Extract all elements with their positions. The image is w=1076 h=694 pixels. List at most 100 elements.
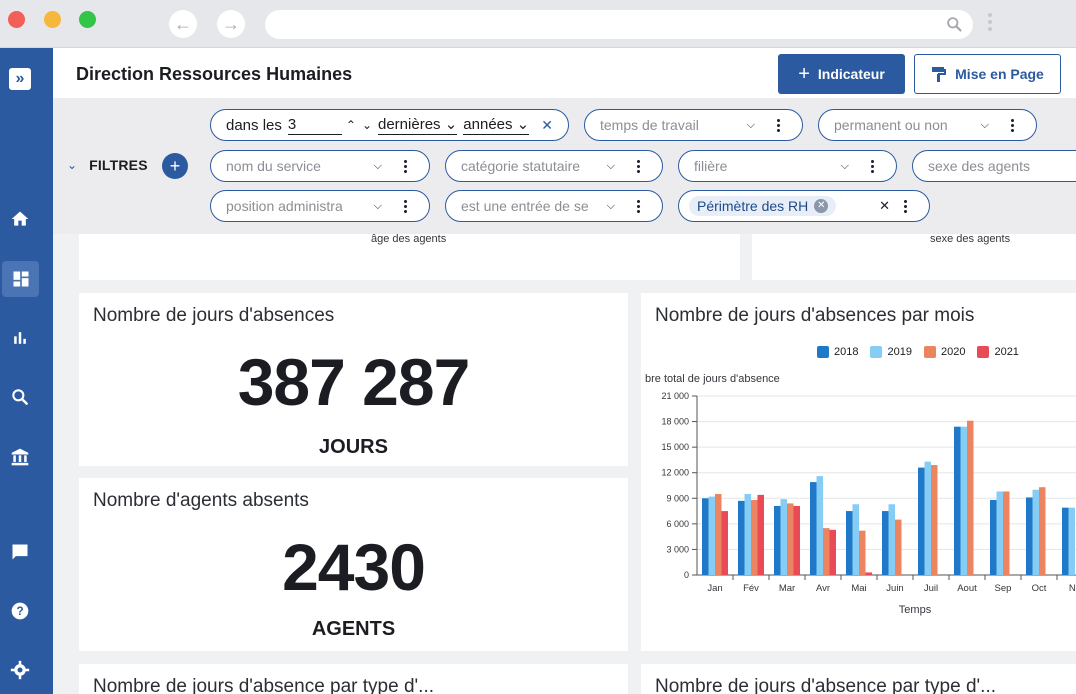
bar <box>931 465 938 575</box>
x-axis-title: Temps <box>899 604 932 616</box>
y-axis-title: bre total de jours d'absence <box>645 373 780 385</box>
bar <box>996 491 1003 575</box>
chat-icon[interactable] <box>0 534 40 570</box>
bar <box>829 529 836 575</box>
search-icon[interactable] <box>0 379 40 415</box>
date-count-input[interactable]: 3 <box>287 116 342 135</box>
date-relative-select[interactable]: dernières ⌄ <box>378 115 458 135</box>
app-logo-icon[interactable]: » <box>9 68 31 90</box>
institution-icon[interactable] <box>0 439 40 475</box>
bar-chart-icon[interactable] <box>0 320 40 356</box>
minimize-window-button[interactable] <box>44 11 61 28</box>
card-title: Nombre d'agents absents <box>93 490 309 511</box>
y-tick-label: 18 000 <box>661 417 689 427</box>
search-icon[interactable] <box>946 16 963 33</box>
age-chart-card: âge des agents <box>79 233 740 280</box>
service-entry-filter[interactable]: est une entrée de se ⌵ <box>445 190 663 222</box>
sex-axis-label: sexe des agents <box>930 233 1011 245</box>
decrement-arrow-icon[interactable]: ⌄ <box>362 118 372 132</box>
clear-filter-icon[interactable]: ✕ <box>879 198 890 214</box>
x-tick-label: Sep <box>995 583 1012 594</box>
filter-menu-icon[interactable] <box>904 199 907 213</box>
dashboard-icon[interactable] <box>2 261 39 297</box>
bar <box>1026 497 1033 575</box>
admin-position-filter[interactable]: position administra ⌵ <box>210 190 430 222</box>
remove-chip-icon[interactable]: ✕ <box>814 199 829 213</box>
add-indicator-button[interactable]: + Indicateur <box>778 54 905 94</box>
legend-swatch <box>870 346 883 358</box>
page-header: Direction Ressources Humaines + Indicate… <box>53 48 1076 98</box>
date-range-filter[interactable]: dans les 3 ⌃ ⌄ dernières ⌄ années ⌄ ✕ <box>210 109 569 141</box>
working-time-filter[interactable]: temps de travail ⌵ <box>584 109 803 141</box>
x-tick-label: Oct <box>1032 583 1047 594</box>
absent-agents-unit: AGENTS <box>311 618 396 640</box>
chevron-down-icon: ⌄ <box>67 158 78 172</box>
sector-placeholder: filière <box>694 158 728 174</box>
agent-sex-placeholder: sexe des agents <box>928 158 1030 174</box>
bar <box>816 476 823 575</box>
x-tick-label: Fév <box>743 583 759 594</box>
card-title: Nombre de jours d'absences par mois <box>655 305 975 326</box>
bar <box>738 500 745 575</box>
increment-arrow-icon[interactable]: ⌃ <box>346 118 356 132</box>
filter-menu-icon[interactable] <box>1011 118 1014 132</box>
y-tick-label: 0 <box>684 570 689 580</box>
permanent-filter[interactable]: permanent ou non ⌵ <box>818 109 1037 141</box>
forward-arrow-icon[interactable]: → <box>217 10 245 38</box>
service-name-filter[interactable]: nom du service ⌵ <box>210 150 430 182</box>
x-tick-label: Juin <box>886 583 903 594</box>
y-tick-label: 3 000 <box>666 544 689 554</box>
working-time-placeholder: temps de travail <box>600 117 699 133</box>
home-icon[interactable] <box>0 201 40 237</box>
filters-toggle[interactable]: ⌄ FILTRES <box>67 157 148 173</box>
add-filter-button[interactable]: + <box>162 153 188 179</box>
browser-toolbar: ← → <box>0 0 1076 48</box>
bar <box>1032 489 1039 575</box>
bar <box>744 494 751 575</box>
clear-date-icon[interactable]: ✕ <box>541 117 553 134</box>
filter-menu-icon[interactable] <box>871 159 874 173</box>
settings-gear-icon[interactable] <box>0 652 40 688</box>
legend-item[interactable]: 2021 <box>977 346 1019 358</box>
filter-menu-icon[interactable] <box>404 199 407 213</box>
chevron-down-icon: ⌵ <box>980 118 989 131</box>
bar <box>1039 487 1046 575</box>
sidebar: » ? <box>0 48 53 694</box>
perimeter-chip-label: Périmètre des RH <box>697 198 809 214</box>
perimeter-chip[interactable]: Périmètre des RH ✕ <box>689 196 837 216</box>
bar <box>823 528 830 575</box>
bar <box>865 572 872 575</box>
legend-item[interactable]: 2019 <box>870 346 912 358</box>
legend-swatch <box>977 346 990 358</box>
x-tick-label: No <box>1069 583 1076 594</box>
browser-menu-icon[interactable] <box>987 10 993 38</box>
sector-filter[interactable]: filière ⌵ <box>678 150 897 182</box>
x-tick-label: Mai <box>851 583 866 594</box>
filter-menu-icon[interactable] <box>637 199 640 213</box>
service-name-placeholder: nom du service <box>226 158 321 174</box>
service-entry-placeholder: est une entrée de se <box>461 198 589 214</box>
back-arrow-icon[interactable]: ← <box>169 10 197 38</box>
bar <box>810 482 817 575</box>
absence-days-unit: JOURS <box>319 436 388 458</box>
status-category-filter[interactable]: catégorie statutaire ⌵ <box>445 150 663 182</box>
maximize-window-button[interactable] <box>79 11 96 28</box>
card-title: Nombre de jours d'absences <box>93 305 335 326</box>
filters-panel: ⌄ FILTRES + dans les 3 ⌃ ⌄ dernières ⌄ a… <box>53 98 1076 234</box>
chevron-down-icon: ⌵ <box>606 199 615 212</box>
filter-menu-icon[interactable] <box>777 118 780 132</box>
date-unit-select[interactable]: années ⌄ <box>463 115 530 135</box>
absent-agents-value: 2430 <box>282 530 426 604</box>
agent-sex-filter[interactable]: sexe des agents <box>912 150 1076 182</box>
filter-menu-icon[interactable] <box>637 159 640 173</box>
perimeter-filter[interactable]: Périmètre des RH ✕ ✕ <box>678 190 930 222</box>
filter-menu-icon[interactable] <box>404 159 407 173</box>
legend-item[interactable]: 2020 <box>923 346 965 358</box>
help-icon[interactable]: ? <box>0 593 40 629</box>
layout-button[interactable]: Mise en Page <box>914 54 1061 94</box>
legend-item[interactable]: 2018 <box>817 346 858 358</box>
bar <box>967 420 974 575</box>
address-bar[interactable] <box>265 10 973 39</box>
close-window-button[interactable] <box>8 11 25 28</box>
legend-swatch <box>923 346 936 358</box>
